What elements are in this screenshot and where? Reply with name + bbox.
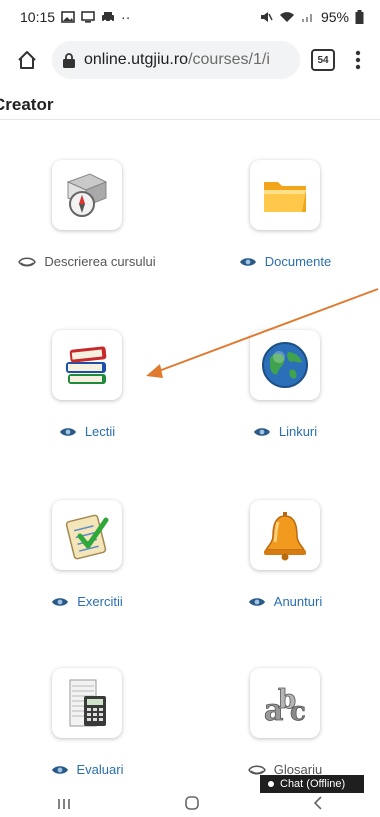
back-icon [313, 795, 322, 810]
image-icon [61, 11, 75, 23]
tool-label-row[interactable]: Evaluari [51, 762, 124, 777]
tool-tile[interactable] [250, 330, 320, 400]
battery-icon [355, 10, 364, 24]
url-host: online.utgjiu.ro [84, 51, 189, 68]
eye-open-icon[interactable] [51, 596, 69, 608]
tool-glosariu[interactable]: a b c Glosariu [210, 668, 360, 777]
android-nav-bar [0, 793, 380, 817]
car-icon [101, 11, 115, 23]
course-description-icon [66, 173, 108, 217]
svg-text:c: c [290, 697, 306, 727]
more-vert-icon [355, 50, 361, 70]
globe-icon [262, 342, 308, 388]
tool-label[interactable]: Anunturi [274, 594, 322, 609]
calculator-icon [69, 679, 106, 727]
tool-lectii[interactable]: Lectii [12, 330, 162, 439]
tool-label-row[interactable]: Exercitii [51, 594, 123, 609]
lock-icon [62, 52, 76, 68]
recent-apps-button[interactable] [56, 795, 72, 816]
chat-status-dot [268, 781, 274, 787]
eye-closed-icon[interactable] [18, 256, 37, 268]
eye-closed-icon[interactable] [247, 764, 266, 776]
page-title: Creator [0, 90, 380, 120]
back-nav-button[interactable] [312, 795, 324, 816]
tool-documente[interactable]: Documente [210, 160, 360, 269]
folder-icon [264, 182, 306, 212]
tool-tile[interactable] [52, 668, 122, 738]
cast-icon [81, 11, 95, 23]
eye-open-icon[interactable] [51, 764, 69, 776]
tool-label-row[interactable]: Lectii [59, 424, 115, 439]
status-bar: 10:15 ·· 95% [0, 0, 380, 34]
tool-label-row[interactable]: Descrierea cursului [18, 254, 156, 269]
home-nav-button[interactable] [184, 795, 200, 816]
tool-tile[interactable]: a b c [250, 668, 320, 738]
tool-label[interactable]: Linkuri [279, 424, 317, 439]
eye-open-icon[interactable] [248, 596, 266, 608]
abc-icon: a b c [264, 685, 307, 729]
status-more: ·· [121, 9, 131, 25]
recent-apps-icon [58, 798, 70, 809]
tool-exercitii[interactable]: Exercitii [12, 500, 162, 609]
bell-icon [264, 512, 306, 561]
chat-status-badge[interactable]: Chat (Offline) [260, 775, 364, 793]
url-path: /courses/1/i [188, 51, 270, 68]
tool-anunturi[interactable]: Anunturi [210, 500, 360, 609]
wifi-icon [279, 11, 295, 23]
tool-tile[interactable] [250, 500, 320, 570]
tool-tile[interactable] [52, 500, 122, 570]
mute-icon [259, 11, 273, 23]
tool-label-row[interactable]: Linkuri [253, 424, 317, 439]
tool-label[interactable]: Lectii [85, 424, 115, 439]
home-icon [18, 51, 36, 69]
eye-open-icon[interactable] [239, 256, 257, 268]
status-time: 10:15 [20, 9, 56, 25]
tool-label[interactable]: Evaluari [77, 762, 124, 777]
tool-linkuri[interactable]: Linkuri [210, 330, 360, 439]
eye-open-icon[interactable] [59, 426, 77, 438]
tab-count: 54 [311, 49, 335, 71]
battery-percent: 95% [320, 9, 349, 25]
page-title-text: Creator [0, 94, 54, 114]
tool-label[interactable]: Descrierea cursului [44, 254, 155, 269]
tool-label-row[interactable]: Anunturi [248, 594, 322, 609]
checklist-icon [65, 514, 109, 560]
tool-tile[interactable] [52, 330, 122, 400]
home-button[interactable] [10, 43, 44, 77]
tool-tile[interactable] [250, 160, 320, 230]
tool-descrierea-cursului[interactable]: Descrierea cursului [12, 160, 162, 269]
status-left: 10:15 ·· [20, 9, 130, 25]
address-bar[interactable]: online.utgjiu.ro/courses/1/i [52, 41, 300, 79]
eye-open-icon[interactable] [253, 426, 271, 438]
tool-label[interactable]: Exercitii [77, 594, 123, 609]
tool-label[interactable]: Documente [265, 254, 331, 269]
overflow-menu-button[interactable] [346, 45, 370, 75]
tool-label-row[interactable]: Documente [239, 254, 331, 269]
chat-label[interactable]: Chat (Offline) [280, 778, 345, 790]
tabs-button[interactable]: 54 [308, 45, 338, 75]
status-right: 95% [259, 9, 364, 25]
phone-screen: 10:15 ·· 95% online.utgjiu.ro/courses/1/… [0, 0, 380, 817]
browser-toolbar: online.utgjiu.ro/courses/1/i 54 [0, 34, 380, 86]
url-text: online.utgjiu.ro/courses/1/i [84, 51, 270, 69]
tool-evaluari[interactable]: Evaluari [12, 668, 162, 777]
tool-tile[interactable] [52, 160, 122, 230]
home-circle-icon [185, 795, 199, 810]
signal-icon [301, 11, 315, 23]
books-icon [66, 346, 107, 384]
